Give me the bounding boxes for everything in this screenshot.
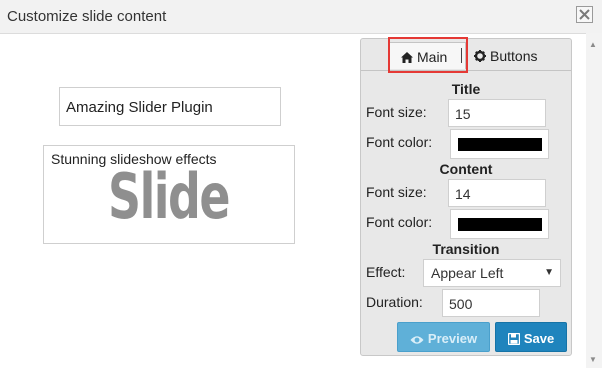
title-font-size-input[interactable]: 15 (448, 99, 546, 127)
settings-panel: Main Buttons Title Font size: 15 Font co… (360, 38, 572, 356)
effect-select[interactable]: Appear Left ▼ (423, 259, 561, 287)
scrollbar[interactable] (586, 33, 602, 368)
effect-label: Effect: (366, 264, 406, 280)
slide-content-area[interactable]: Stunning slideshow effects Slide (43, 145, 295, 244)
scroll-down-icon[interactable]: ▼ (589, 355, 597, 364)
close-button[interactable] (576, 6, 593, 23)
title-font-size-label: Font size: (366, 104, 427, 120)
duration-label: Duration: (366, 294, 423, 310)
tab-buttons[interactable]: Buttons (471, 42, 551, 69)
content-font-size-label: Font size: (366, 184, 427, 200)
content-font-size-input[interactable]: 14 (448, 179, 546, 207)
save-button[interactable]: Save (495, 322, 567, 352)
transition-section-heading: Transition (432, 241, 500, 257)
save-button-label: Save (523, 331, 555, 346)
title-section-heading: Title (451, 81, 481, 97)
slide-title-text[interactable]: Amazing Slider Plugin (59, 87, 281, 126)
close-icon (579, 9, 590, 20)
content-color-swatch (458, 218, 542, 231)
scroll-up-icon[interactable]: ▲ (589, 40, 597, 49)
preview-button[interactable]: Preview (397, 322, 490, 352)
content-section-heading: Content (439, 161, 493, 177)
slide-watermark: Slide (108, 160, 231, 233)
chevron-down-icon: ▼ (544, 267, 554, 278)
title-font-color-label: Font color: (366, 134, 433, 150)
eye-icon (410, 336, 424, 344)
preview-button-label: Preview (427, 331, 478, 346)
content-font-color-picker[interactable] (450, 209, 549, 239)
dialog-title: Customize slide content (7, 8, 167, 25)
title-color-swatch (458, 138, 542, 151)
dialog-titlebar: Customize slide content (0, 0, 602, 34)
content-font-color-label: Font color: (366, 214, 433, 230)
title-font-color-picker[interactable] (450, 129, 549, 159)
effect-select-value: Appear Left (431, 265, 504, 281)
tab-buttons-label: Buttons (490, 48, 538, 64)
duration-input[interactable]: 500 (442, 289, 540, 317)
highlight-box (388, 37, 468, 73)
gear-icon (474, 50, 486, 62)
save-icon (507, 332, 521, 346)
